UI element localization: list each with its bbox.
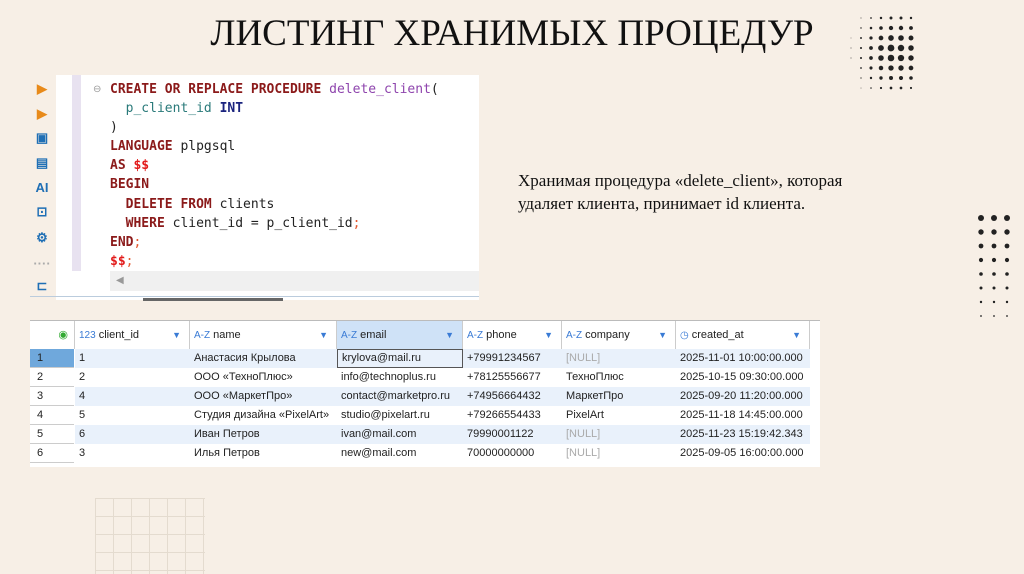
dots-decoration [978,215,1010,317]
column-header-client_id[interactable]: 123 client_id ▼ [75,321,190,349]
table-cell[interactable]: studio@pixelart.ru [337,406,463,425]
code-text[interactable]: CREATE OR REPLACE PROCEDURE delete_clien… [110,80,439,271]
table-cell[interactable]: 2025-11-18 14:45:00.000 [676,406,810,425]
table-cell[interactable]: [NULL] [562,425,676,444]
horizontal-scrollbar[interactable]: ◀ [110,271,479,291]
row-number[interactable]: 5 [30,425,74,444]
select-all-icon[interactable]: ◉ [30,321,75,349]
table-cell[interactable]: +79991234567 [463,349,562,368]
text-type-icon: A-Z [341,330,358,341]
table-cell[interactable]: 2025-09-20 11:20:00.000 [676,387,810,406]
results-table[interactable]: ◉ 123 client_id ▼ A-Z name ▼ A-Z email ▼ A-Z phone… [30,320,820,467]
column-label: client_id [98,329,140,341]
row-number[interactable]: 6 [30,444,74,463]
column-label: company [585,329,630,341]
table-cell[interactable]: 2025-11-23 15:19:42.343 [676,425,810,444]
table-cell[interactable]: 2025-10-15 09:30:00.000 [676,368,810,387]
export-icon[interactable]: ⊏ [33,277,51,295]
settings-icon[interactable]: ⚙ [33,229,51,247]
description-line: удаляет клиента, принимает id клиента. [518,194,806,213]
table-cell[interactable]: [NULL] [562,444,676,463]
fold-icon[interactable]: ⊖ [93,84,101,95]
table-cell[interactable]: 2025-09-05 16:00:00.000 [676,444,810,463]
text-type-icon: A-Z [566,330,583,341]
table-cell[interactable]: +74956664432 [463,387,562,406]
text-type-icon: A-Z [194,330,211,341]
row-number[interactable]: 4 [30,406,74,425]
editor-toolbar: ▶ ▶ ▣ ▤ AI ⊡ ⚙ ···· ⊏ [30,75,56,300]
table-cell[interactable]: ООО «МаркетПро» [190,387,337,406]
terminal-icon[interactable]: ⊡ [33,203,51,221]
table-cell[interactable]: 6 [75,425,190,444]
number-type-icon: 123 [79,330,96,341]
table-cell[interactable]: PixelArt [562,406,676,425]
table-cell[interactable]: Студия дизайна «PixelArt» [190,406,337,425]
column-label: phone [486,329,517,341]
table-cell[interactable]: ТехноПлюс [562,368,676,387]
grid-decoration [95,498,205,574]
table-cell[interactable]: contact@marketpro.ru [337,387,463,406]
table-cell[interactable]: 5 [75,406,190,425]
table-cell[interactable]: ООО «ТехноПлюс» [190,368,337,387]
run-add-icon[interactable]: ▶ [33,105,51,123]
table-cell[interactable]: МаркетПро [562,387,676,406]
description: Хранимая процедура «delete_client», кото… [518,169,938,215]
table-cell[interactable]: 3 [75,444,190,463]
column-header-email[interactable]: A-Z email ▼ [337,321,463,349]
table-cell[interactable]: new@mail.com [337,444,463,463]
more-icon[interactable]: ···· [33,255,51,273]
halftone-decoration [850,16,914,90]
clock-icon: ◷ [680,330,689,341]
splitter-handle[interactable] [143,298,283,301]
column-header-name[interactable]: A-Z name ▼ [190,321,337,349]
sort-filter-icon[interactable]: ▼ [658,321,667,349]
column-header-company[interactable]: A-Z company ▼ [562,321,676,349]
column-label: name [213,329,241,341]
table-cell[interactable]: +79266554433 [463,406,562,425]
run-icon[interactable]: ▶ [33,80,51,98]
column-label: created_at [691,329,744,341]
column-header-phone[interactable]: A-Z phone ▼ [463,321,562,349]
sql-editor[interactable]: ▶ ▶ ▣ ▤ AI ⊡ ⚙ ···· ⊏ ⊖ CREATE OR REPLAC… [30,75,479,301]
table-cell[interactable]: info@technoplus.ru [337,368,463,387]
table-cell[interactable]: Илья Петров [190,444,337,463]
script-icon[interactable]: ▣ [33,129,51,147]
table-cell[interactable]: 2025-11-01 10:00:00.000 [676,349,810,368]
divider [30,296,479,297]
text-type-icon: A-Z [467,330,484,341]
ai-icon[interactable]: AI [33,179,51,197]
table-cell[interactable]: 4 [75,387,190,406]
table-cell[interactable]: Анастасия Крылова [190,349,337,368]
row-number[interactable]: 1 [30,349,74,368]
row-number[interactable]: 2 [30,368,74,387]
editor-gutter [72,75,81,271]
table-cell[interactable]: 70000000000 [463,444,562,463]
table-cell[interactable]: Иван Петров [190,425,337,444]
sort-filter-icon[interactable]: ▼ [445,321,454,349]
table-cell[interactable]: +78125556677 [463,368,562,387]
sort-filter-icon[interactable]: ▼ [319,321,328,349]
table-cell[interactable]: krylova@mail.ru [337,349,463,368]
description-line: Хранимая процедура «delete_client», кото… [518,171,843,190]
table-cell[interactable]: 1 [75,349,190,368]
column-label: email [360,329,387,341]
sort-filter-icon[interactable]: ▼ [544,321,553,349]
sort-filter-icon[interactable]: ▼ [172,321,181,349]
table-cell[interactable]: 79990001122 [463,425,562,444]
table-cell[interactable]: [NULL] [562,349,676,368]
table-cell[interactable]: 2 [75,368,190,387]
table-cell[interactable]: ivan@mail.com [337,425,463,444]
column-header-created_at[interactable]: ◷ created_at ▼ [676,321,810,349]
explain-icon[interactable]: ▤ [33,154,51,172]
sort-filter-icon[interactable]: ▼ [792,321,801,349]
row-number[interactable]: 3 [30,387,74,406]
